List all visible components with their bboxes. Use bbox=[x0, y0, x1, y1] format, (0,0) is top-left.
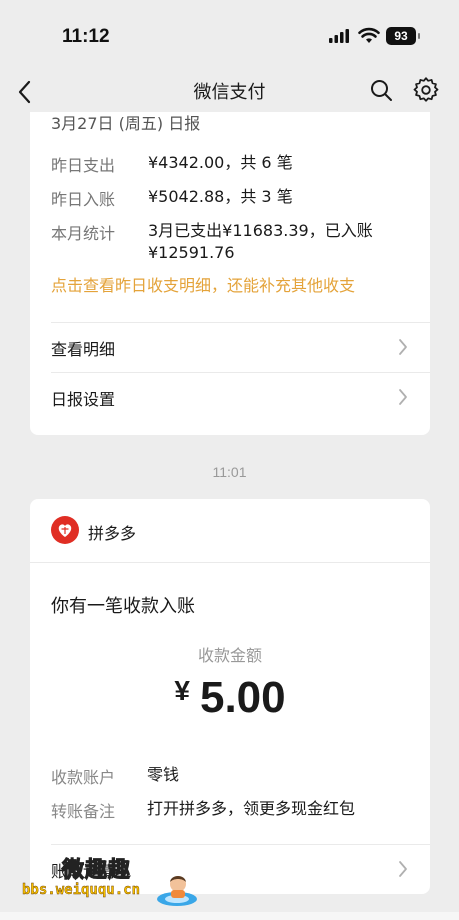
report-settings-link[interactable]: 日报设置 bbox=[51, 372, 430, 422]
row-label: 昨日支出 bbox=[51, 156, 116, 175]
link-label: 日报设置 bbox=[51, 390, 116, 409]
row-label: 昨日入账 bbox=[51, 190, 116, 209]
amount-value: ¥5.00 bbox=[30, 673, 430, 723]
gear-icon[interactable] bbox=[413, 77, 439, 103]
row-value: 零钱 bbox=[147, 765, 180, 784]
watermark-url: bbs.weiququ.cn bbox=[22, 882, 141, 898]
currency-symbol: ¥ bbox=[174, 675, 190, 706]
amount-number: 5.00 bbox=[199, 673, 286, 722]
daily-report-card[interactable]: 3月27日 (周五) 日报 昨日支出 ¥4342.00，共 6 笔 昨日入账 ¥… bbox=[30, 112, 430, 435]
row-value: 打开拼多多，领更多现金红包 bbox=[147, 799, 356, 818]
site-watermark: 微趣趣 bbs.weiququ.cn bbox=[6, 840, 206, 910]
row-value: ¥5042.88，共 3 笔 bbox=[148, 187, 293, 206]
watermark-name: 微趣趣 bbox=[61, 858, 132, 884]
message-timestamp: 11:01 bbox=[212, 464, 247, 480]
amount-label: 收款金额 bbox=[197, 646, 262, 665]
row-value: 3月已支出¥11683.39，已入账¥12591.76 bbox=[148, 221, 373, 262]
mascot-icon bbox=[157, 876, 197, 906]
link-label: 查看明细 bbox=[51, 340, 116, 359]
status-bar: 11:12 93 bbox=[0, 0, 459, 72]
details-tip-link[interactable]: 点击查看昨日收支明细，还能补充其他收支 bbox=[51, 272, 355, 296]
bottom-input-bar bbox=[0, 912, 459, 920]
merchant-name: 拼多多 bbox=[88, 524, 137, 543]
wifi-icon bbox=[358, 27, 380, 43]
divider bbox=[30, 562, 430, 563]
report-date-header: 3月27日 (周五) 日报 bbox=[51, 114, 201, 133]
view-details-link[interactable]: 查看明细 bbox=[51, 322, 430, 372]
search-icon[interactable] bbox=[369, 78, 393, 102]
notice-title: 你有一笔收款入账 bbox=[51, 596, 195, 617]
status-time: 11:12 bbox=[62, 26, 110, 47]
chevron-right-icon bbox=[399, 339, 407, 355]
row-label: 转账备注 bbox=[51, 802, 116, 821]
payment-received-card[interactable]: 拼多多 你有一笔收款入账 收款金额 ¥5.00 收款账户 零钱 转账备注 打开拼… bbox=[30, 499, 430, 894]
battery-indicator: 93 bbox=[386, 27, 420, 45]
chevron-right-icon bbox=[399, 861, 407, 877]
cellular-signal-icon bbox=[329, 29, 349, 43]
pinduoduo-logo-icon bbox=[51, 516, 79, 544]
row-label: 本月统计 bbox=[51, 224, 116, 243]
nav-bar: 微信支付 bbox=[0, 72, 459, 112]
message-list[interactable]: 3月27日 (周五) 日报 昨日支出 ¥4342.00，共 6 笔 昨日入账 ¥… bbox=[0, 112, 459, 920]
row-value: ¥4342.00，共 6 笔 bbox=[148, 153, 293, 172]
row-label: 收款账户 bbox=[51, 768, 116, 787]
chevron-right-icon bbox=[399, 389, 407, 405]
